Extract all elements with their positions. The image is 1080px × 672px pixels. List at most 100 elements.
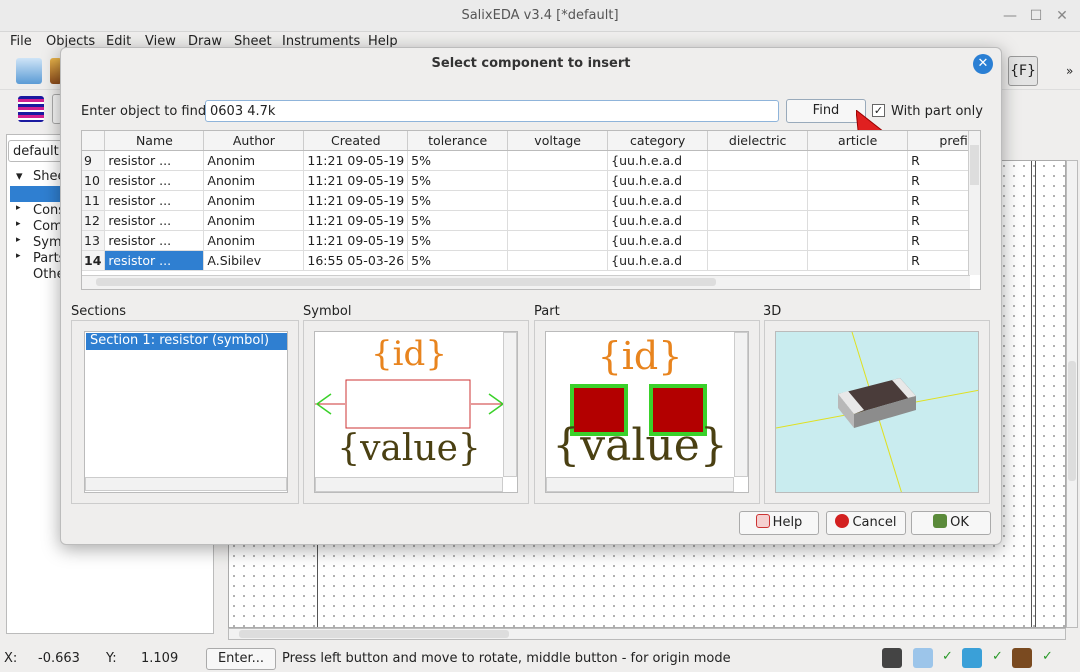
column-header-category[interactable]: category <box>607 131 709 151</box>
cell-name[interactable]: resistor ... <box>104 190 205 211</box>
cell-author[interactable]: Anonim <box>203 230 305 251</box>
column-header-name[interactable]: Name <box>104 131 205 151</box>
cell-voltage[interactable] <box>507 210 609 231</box>
cell-article[interactable] <box>807 230 909 251</box>
row-number[interactable]: 13 <box>82 230 106 251</box>
row-number[interactable]: 14 <box>82 250 106 271</box>
cell-voltage[interactable] <box>507 250 609 271</box>
part-horizontal-scrollbar[interactable] <box>546 477 734 492</box>
table-row[interactable]: 12 resistor ... Anonim 11:21 09-05-19 5% {uu.… <box>82 210 977 231</box>
table-row[interactable]: 9 resistor ... Anonim 11:21 09-05-19 5% {uu.h… <box>82 150 977 171</box>
tree-expander-icon[interactable]: ▸ <box>16 219 21 229</box>
canvas-horizontal-scrollbar[interactable] <box>228 628 1066 640</box>
cell-category[interactable]: {uu.h.e.a.d <box>607 250 709 271</box>
canvas-vertical-scrollbar[interactable] <box>1066 160 1078 628</box>
cell-prefix[interactable]: R <box>907 210 977 231</box>
tree-expander-icon[interactable]: ▾ <box>16 169 23 184</box>
help-button[interactable]: Help <box>739 511 819 535</box>
cell-prefix[interactable]: R <box>907 190 977 211</box>
column-header-tolerance[interactable]: tolerance <box>407 131 509 151</box>
maximize-icon[interactable]: ☐ <box>1026 6 1046 26</box>
row-number[interactable]: 12 <box>82 210 106 231</box>
cell-name[interactable]: resistor ... <box>104 250 205 271</box>
cell-dielectric[interactable] <box>707 230 809 251</box>
cell-prefix[interactable]: R <box>907 250 977 271</box>
symbol-preview[interactable]: {id} {value} <box>314 331 518 493</box>
find-button[interactable]: Find <box>786 99 866 123</box>
minimize-icon[interactable]: — <box>1000 6 1020 26</box>
cell-author[interactable]: Anonim <box>203 210 305 231</box>
section-item[interactable]: Section 1: resistor (symbol) <box>86 333 287 350</box>
cancel-button[interactable]: Cancel <box>826 511 906 535</box>
find-input[interactable] <box>205 100 779 122</box>
cell-created[interactable]: 11:21 09-05-19 <box>303 170 409 191</box>
part-preview[interactable]: {id} {value} <box>545 331 749 493</box>
cell-name[interactable]: resistor ... <box>104 170 205 191</box>
cell-tolerance[interactable]: 5% <box>407 250 509 271</box>
cell-article[interactable] <box>807 210 909 231</box>
cell-author[interactable]: Anonim <box>203 150 305 171</box>
cell-voltage[interactable] <box>507 230 609 251</box>
cell-category[interactable]: {uu.h.e.a.d <box>607 210 709 231</box>
symbol-vertical-scrollbar[interactable] <box>503 332 517 477</box>
column-header-author[interactable]: Author <box>203 131 305 151</box>
ok-button[interactable]: OK <box>911 511 991 535</box>
table-row[interactable]: 14 resistor ... A.Sibilev 16:55 05-03-26 5% {… <box>82 250 977 271</box>
cell-dielectric[interactable] <box>707 190 809 211</box>
cell-created[interactable]: 16:55 05-03-26 <box>303 250 409 271</box>
menu-file[interactable]: File <box>10 34 32 49</box>
cell-dielectric[interactable] <box>707 150 809 171</box>
cell-voltage[interactable] <box>507 170 609 191</box>
tree-expander-icon[interactable]: ▸ <box>16 251 21 261</box>
cell-created[interactable]: 11:21 09-05-19 <box>303 190 409 211</box>
cell-dielectric[interactable] <box>707 210 809 231</box>
tree-item-symbols[interactable]: Sym <box>33 235 62 250</box>
project-combo[interactable]: default <box>8 140 68 162</box>
column-header-dielectric[interactable]: dielectric <box>707 131 809 151</box>
cell-author[interactable]: Anonim <box>203 170 305 191</box>
table-row[interactable]: 11 resistor ... Anonim 11:21 09-05-19 5% {uu.… <box>82 190 977 211</box>
cell-category[interactable]: {uu.h.e.a.d <box>607 190 709 211</box>
cell-created[interactable]: 11:21 09-05-19 <box>303 230 409 251</box>
cell-prefix[interactable]: R <box>907 230 977 251</box>
cell-category[interactable]: {uu.h.e.a.d <box>607 150 709 171</box>
cell-voltage[interactable] <box>507 190 609 211</box>
layers-icon[interactable] <box>18 96 44 122</box>
cell-name[interactable]: resistor ... <box>104 230 205 251</box>
record-icon[interactable] <box>882 648 902 668</box>
sections-scrollbar[interactable] <box>85 477 287 491</box>
part-vertical-scrollbar[interactable] <box>734 332 748 477</box>
dialog-close-icon[interactable]: ✕ <box>973 54 993 74</box>
table-horizontal-scrollbar[interactable] <box>82 275 970 289</box>
cell-tolerance[interactable]: 5% <box>407 150 509 171</box>
row-number[interactable]: 10 <box>82 170 106 191</box>
table-row[interactable]: 13 resistor ... Anonim 11:21 09-05-19 5% {uu.… <box>82 230 977 251</box>
cloud-icon[interactable] <box>962 648 982 668</box>
cell-article[interactable] <box>807 190 909 211</box>
components-table[interactable]: Name Author Created tolerance voltage ca… <box>81 130 981 290</box>
cell-dielectric[interactable] <box>707 250 809 271</box>
tree-expander-icon[interactable]: ▸ <box>16 235 21 245</box>
toolbar-overflow-icon[interactable]: » <box>1066 64 1073 78</box>
close-window-icon[interactable]: ✕ <box>1052 6 1072 26</box>
network-icon[interactable] <box>913 648 933 668</box>
symbol-horizontal-scrollbar[interactable] <box>315 477 503 492</box>
column-header-article[interactable]: article <box>807 131 909 151</box>
cell-prefix[interactable]: R <box>907 150 977 171</box>
cell-article[interactable] <box>807 250 909 271</box>
cell-created[interactable]: 11:21 09-05-19 <box>303 210 409 231</box>
cell-category[interactable]: {uu.h.e.a.d <box>607 230 709 251</box>
column-header-created[interactable]: Created <box>303 131 409 151</box>
cell-article[interactable] <box>807 170 909 191</box>
cell-name[interactable]: resistor ... <box>104 150 205 171</box>
cell-voltage[interactable] <box>507 150 609 171</box>
row-number[interactable]: 11 <box>82 190 106 211</box>
tree-selected-item[interactable] <box>10 186 60 202</box>
cell-article[interactable] <box>807 150 909 171</box>
cell-tolerance[interactable]: 5% <box>407 170 509 191</box>
cell-category[interactable]: {uu.h.e.a.d <box>607 170 709 191</box>
cell-created[interactable]: 11:21 09-05-19 <box>303 150 409 171</box>
cell-author[interactable]: Anonim <box>203 190 305 211</box>
enter-coordinates-button[interactable]: Enter... <box>206 648 276 670</box>
sections-list[interactable]: Section 1: resistor (symbol) <box>84 331 288 493</box>
